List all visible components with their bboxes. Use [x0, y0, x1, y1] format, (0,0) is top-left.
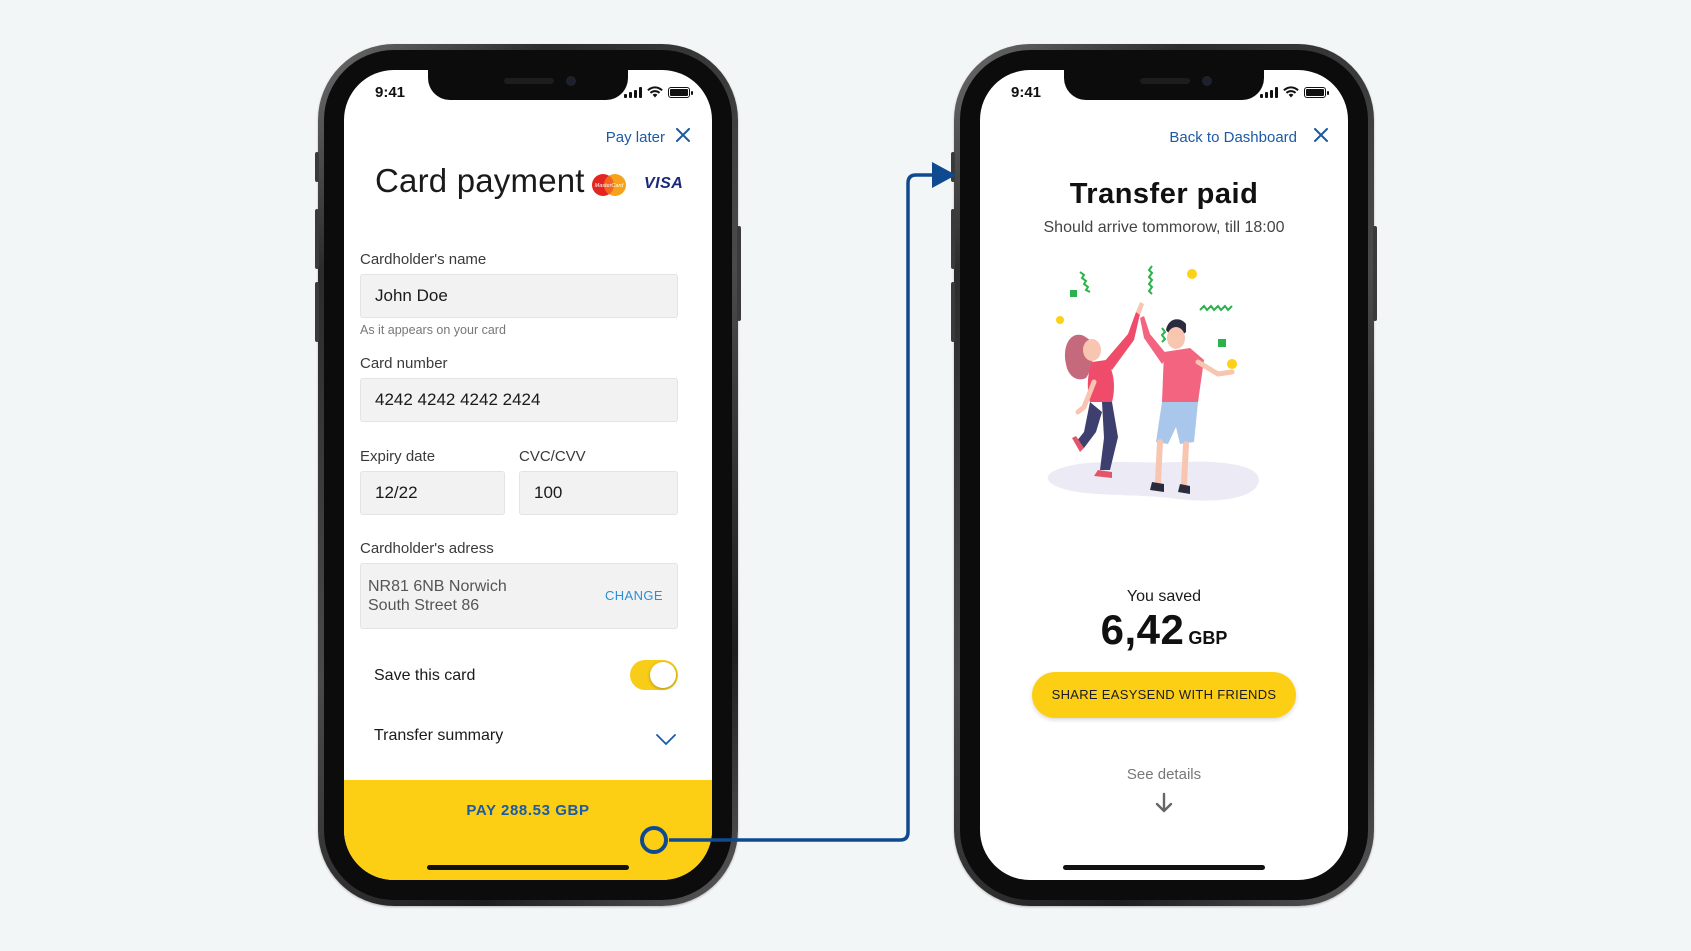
saved-label: You saved	[1126, 588, 1202, 605]
battery-icon	[668, 87, 693, 98]
phone-card-payment: 9:41 Pay later Card payment MasterCard V…	[315, 44, 741, 906]
home-indicator	[1063, 865, 1265, 870]
status-time: 9:41	[1011, 84, 1042, 101]
status-icons	[1260, 86, 1329, 98]
card-payment-screen: 9:41 Pay later Card payment MasterCard V…	[344, 70, 712, 880]
notch	[1064, 70, 1264, 100]
battery-icon	[1304, 87, 1329, 98]
mute-switch	[315, 152, 319, 182]
transfer-paid-screen: 9:41 Back to Dashboard Transfer paid Sho…	[980, 70, 1348, 880]
save-card-label: Save this card	[374, 667, 476, 684]
cvc-label: CVC/CVV	[519, 448, 586, 465]
save-card-toggle[interactable]	[630, 660, 678, 690]
toggle-knob	[650, 662, 676, 688]
phone-transfer-paid: 9:41 Back to Dashboard Transfer paid Sho…	[951, 44, 1377, 906]
page-subtitle: Should arrive tommorow, till 18:00	[1043, 219, 1285, 236]
mastercard-logo-text: MasterCard	[595, 183, 625, 189]
card-number-label: Card number	[360, 355, 448, 372]
signal-icon	[1260, 87, 1278, 98]
cvc-field[interactable]: 100	[519, 471, 678, 515]
change-address-button[interactable]: CHANGE	[605, 588, 663, 603]
pay-later-link[interactable]: Pay later	[606, 129, 665, 146]
close-icon[interactable]	[676, 128, 690, 142]
flow-connector	[640, 162, 956, 854]
notch	[428, 70, 628, 100]
page-title: Card payment	[375, 162, 585, 199]
visa-logo: VISA	[644, 175, 684, 192]
card-number-field[interactable]: 4242 4242 4242 2424	[360, 378, 678, 422]
home-indicator	[427, 865, 629, 870]
cardholder-name-hint: As it appears on your card	[360, 323, 506, 337]
status-time: 9:41	[375, 84, 406, 101]
saved-currency: GBP	[1188, 628, 1228, 648]
saved-amount: 6,42	[1100, 606, 1185, 653]
mute-switch	[951, 152, 955, 182]
pay-button-label: PAY 288.53 GBP	[466, 802, 590, 819]
transfer-summary-label[interactable]: Transfer summary	[374, 727, 503, 745]
volume-up-button	[315, 209, 319, 269]
address-line1: NR81 6NB Norwich	[368, 578, 507, 595]
volume-down-button	[951, 282, 955, 342]
power-button	[1373, 226, 1377, 321]
see-details-link[interactable]: See details	[980, 766, 1348, 783]
cardholder-name-label: Cardholder's name	[360, 251, 487, 268]
address-box: NR81 6NB Norwich South Street 86 CHANGE	[360, 563, 678, 629]
wifi-icon	[1283, 86, 1299, 98]
wifi-icon	[647, 86, 663, 98]
address-line2: South Street 86	[368, 597, 480, 614]
signal-icon	[624, 87, 642, 98]
mastercard-logo: MasterCard	[592, 174, 626, 196]
arrow-down-icon[interactable]	[1154, 792, 1174, 814]
close-icon[interactable]	[1314, 128, 1328, 142]
volume-down-button	[315, 282, 319, 342]
status-icons	[624, 86, 693, 98]
chevron-down-icon[interactable]	[656, 734, 676, 746]
expiry-date-field[interactable]: 12/22	[360, 471, 505, 515]
power-button	[737, 226, 741, 321]
volume-up-button	[951, 209, 955, 269]
page-title: Transfer paid	[1069, 178, 1259, 210]
address-label: Cardholder's adress	[360, 540, 494, 557]
back-to-dashboard-link[interactable]: Back to Dashboard	[1169, 129, 1297, 146]
share-with-friends-button[interactable]: SHARE EASYSEND WITH FRIENDS	[1032, 672, 1296, 718]
saved-amount-group: 6,42 GBP	[980, 606, 1348, 654]
cardholder-name-field[interactable]: John Doe	[360, 274, 678, 318]
celebration-illustration	[1047, 265, 1259, 501]
expiry-date-label: Expiry date	[360, 448, 436, 465]
